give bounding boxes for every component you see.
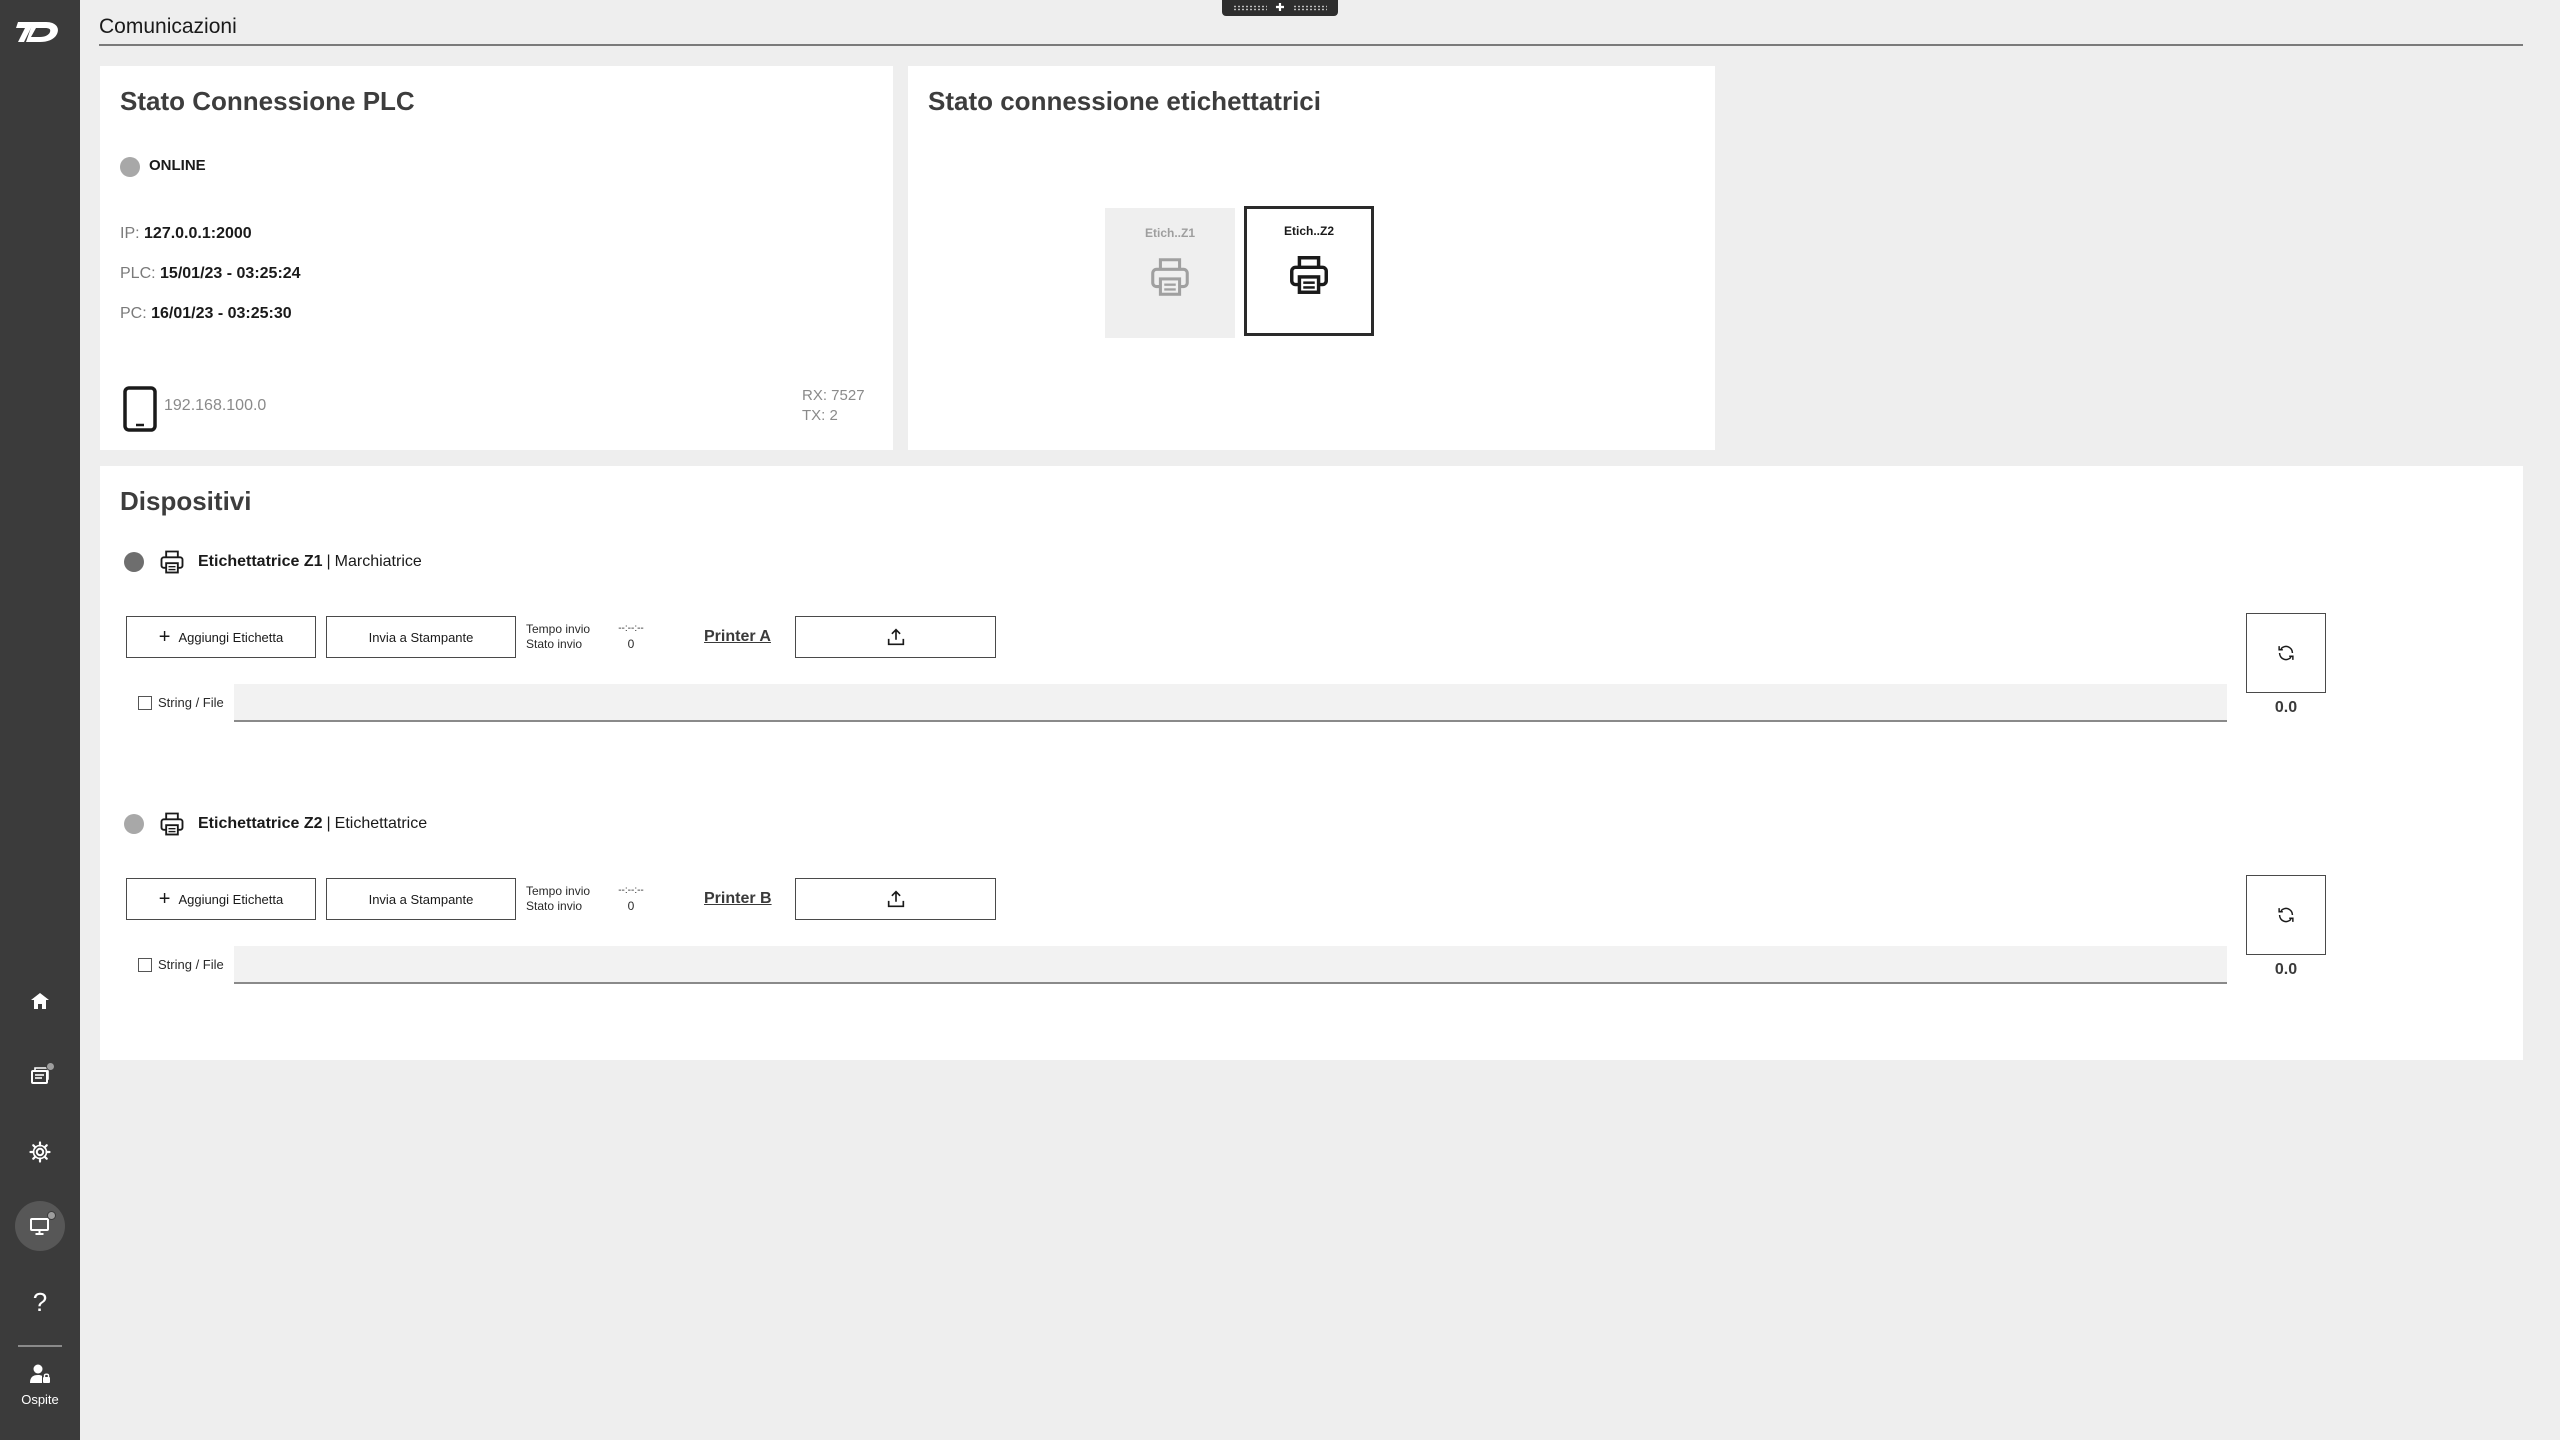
grip-dots	[1292, 5, 1327, 11]
refresh-button[interactable]	[2246, 875, 2326, 955]
top-panel-handle[interactable]: ✚	[1222, 0, 1338, 16]
device-name: Etichettatrice Z2	[198, 815, 323, 832]
upload-icon	[887, 890, 904, 908]
sidebar-item-communications[interactable]	[15, 1201, 65, 1251]
add-label-button[interactable]: + Aggiungi Etichetta	[126, 878, 316, 920]
upload-icon	[887, 628, 904, 646]
labeler-tile-z2[interactable]: Etich..Z2	[1244, 206, 1374, 336]
brand-logo	[16, 22, 58, 42]
device-name: Etichettatrice Z1	[198, 553, 323, 570]
plc-card-title: Stato Connessione PLC	[120, 86, 415, 116]
add-label-text: Aggiungi Etichetta	[178, 891, 284, 907]
label-data-input[interactable]	[234, 684, 2227, 722]
printer-icon	[160, 550, 184, 574]
devices-card: Dispositivi Etichettatrice Z1 | Marchiat…	[100, 466, 2523, 1060]
sidebar-divider	[18, 1345, 62, 1347]
device-type: Marchiatrice	[334, 553, 422, 570]
title-divider	[99, 44, 2523, 46]
send-to-printer-text: Invia a Stampante	[368, 891, 474, 907]
user-label: Ospite	[21, 1392, 59, 1407]
device-status-indicator	[124, 552, 144, 572]
upload-button[interactable]	[795, 878, 996, 920]
notification-dot	[47, 1211, 56, 1220]
devices-card-title: Dispositivi	[120, 486, 252, 516]
sidebar-item-help[interactable]: ?	[15, 1277, 65, 1327]
printer-select-link[interactable]: Printer A	[704, 628, 771, 646]
plc-time-value: 15/01/23 - 03:25:24	[160, 265, 301, 282]
device-status-indicator	[124, 814, 144, 834]
tablet-icon	[123, 386, 157, 432]
plc-ip-row: IP: 127.0.0.1:2000	[120, 225, 252, 243]
string-file-toggle[interactable]: String / File	[138, 695, 224, 710]
ip-value: 127.0.0.1:2000	[144, 225, 252, 242]
refresh-button[interactable]	[2246, 613, 2326, 693]
printer-icon	[1151, 258, 1189, 296]
refresh-icon	[2278, 907, 2294, 923]
device-separator: |	[326, 815, 331, 832]
user-menu[interactable]: Ospite	[0, 1362, 80, 1422]
device-header: Etichettatrice Z1 | Marchiatrice	[124, 547, 422, 577]
send-to-printer-button[interactable]: Invia a Stampante	[326, 616, 516, 658]
plc-label: PLC:	[120, 265, 156, 282]
send-to-printer-button[interactable]: Invia a Stampante	[326, 878, 516, 920]
plc-time-row: PLC: 15/01/23 - 03:25:24	[120, 265, 301, 283]
labeler-tile-label: Etich..Z2	[1283, 224, 1334, 238]
sidebar-item-labels[interactable]	[15, 1051, 65, 1101]
string-file-checkbox[interactable]	[138, 957, 152, 972]
device-ip: 192.168.100.0	[164, 397, 267, 414]
rx-counter: RX: 7527	[802, 387, 865, 404]
labeler-tile-z1[interactable]: Etich..Z1	[1105, 208, 1235, 338]
device-separator: |	[326, 553, 331, 570]
expand-arrow-icon: ✚	[1275, 1, 1285, 14]
refresh-value: 0.0	[2274, 699, 2298, 716]
plus-icon: +	[158, 888, 171, 910]
sidebar-item-home[interactable]	[15, 976, 65, 1026]
string-file-toggle[interactable]: String / File	[138, 957, 224, 972]
string-file-label: String / File	[158, 695, 224, 710]
notification-dot	[46, 1062, 55, 1071]
send-time-value: --:--:--	[618, 885, 644, 896]
string-file-checkbox[interactable]	[138, 695, 152, 710]
send-time-label: Tempo invio	[526, 622, 591, 636]
send-time-value: --:--:--	[618, 623, 644, 634]
sidebar-item-settings[interactable]	[15, 1127, 65, 1177]
printer-icon	[1290, 256, 1328, 294]
send-state-label: Stato invio	[526, 637, 583, 651]
pc-time-row: PC: 16/01/23 - 03:25:30	[120, 305, 292, 323]
plus-icon: +	[158, 626, 171, 648]
device-header: Etichettatrice Z2 | Etichettatrice	[124, 809, 427, 839]
send-state-value: 0	[627, 637, 635, 651]
printer-icon	[160, 812, 184, 836]
upload-button[interactable]	[795, 616, 996, 658]
label-data-input[interactable]	[234, 946, 2227, 984]
send-state-label: Stato invio	[526, 899, 583, 913]
plc-status-indicator	[120, 157, 140, 177]
printer-select-link[interactable]: Printer B	[704, 890, 772, 908]
grip-dots	[1233, 5, 1268, 11]
pc-time-value: 16/01/23 - 03:25:30	[151, 305, 292, 322]
send-to-printer-text: Invia a Stampante	[368, 629, 474, 645]
help-icon: ?	[32, 1286, 48, 1317]
plc-status-card: Stato Connessione PLC ONLINE IP: 127.0.0…	[100, 66, 893, 450]
add-label-text: Aggiungi Etichetta	[178, 629, 284, 645]
refresh-value: 0.0	[2274, 961, 2298, 978]
send-state-value: 0	[627, 899, 635, 913]
device-type: Etichettatrice	[334, 815, 428, 832]
send-time-label: Tempo invio	[526, 884, 591, 898]
labelers-card-title: Stato connessione etichettatrici	[928, 86, 1321, 116]
sidebar: ? Ospite	[0, 0, 80, 1440]
tx-counter: TX: 2	[802, 407, 838, 424]
user-icon	[30, 1364, 50, 1383]
labeler-tile-label: Etich..Z1	[1144, 226, 1195, 240]
ip-label: IP:	[120, 225, 140, 242]
string-file-label: String / File	[158, 957, 224, 972]
gear-icon	[29, 1141, 51, 1163]
add-label-button[interactable]: + Aggiungi Etichetta	[126, 616, 316, 658]
page-title: Comunicazioni	[99, 15, 237, 38]
pc-label: PC:	[120, 305, 147, 322]
labelers-status-card: Stato connessione etichettatrici Etich..…	[908, 66, 1715, 450]
plc-status-text: ONLINE	[149, 157, 206, 174]
home-icon	[31, 993, 49, 1009]
refresh-icon	[2278, 645, 2294, 661]
